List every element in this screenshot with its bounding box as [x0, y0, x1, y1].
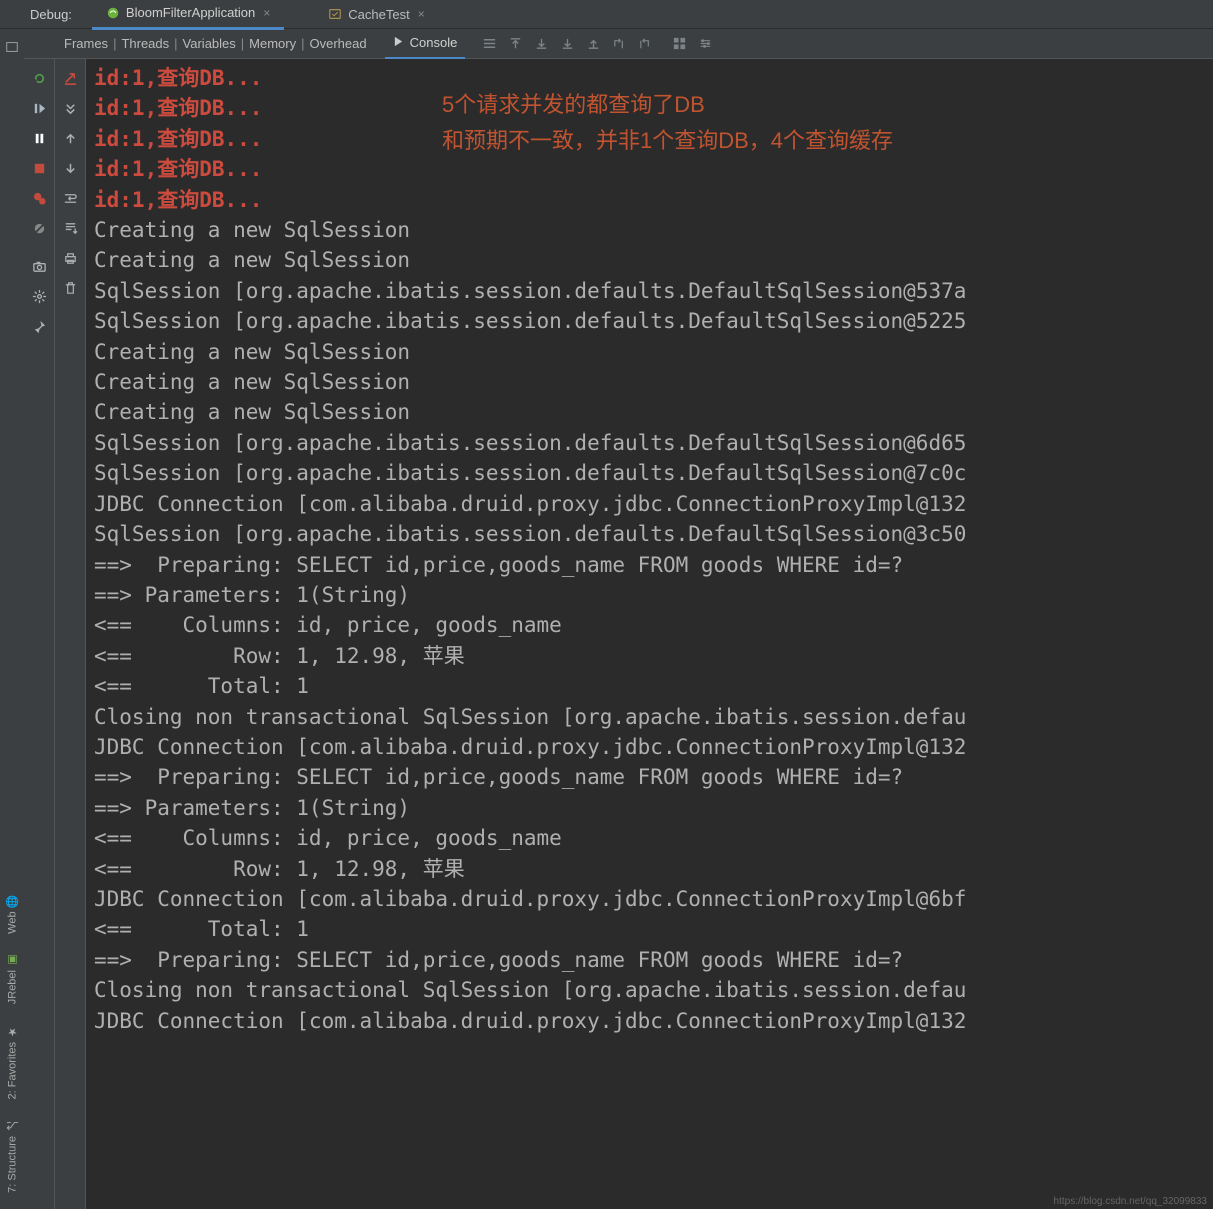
close-icon[interactable]: ×: [263, 6, 270, 20]
download2-icon[interactable]: [555, 33, 579, 55]
console-gutter: [55, 59, 86, 1209]
stepover-icon[interactable]: [607, 33, 631, 55]
debug-tab-label: BloomFilterApplication: [126, 5, 255, 20]
structure-icon: ⎇: [6, 1119, 19, 1132]
web-tool-tab[interactable]: Web 🌐: [6, 886, 19, 942]
run-toolbar: [24, 59, 55, 1209]
clear-all-icon[interactable]: [55, 63, 85, 93]
debug-tab-label: CacheTest: [348, 7, 409, 22]
watermark: https://blog.csdn.net/qq_32099833: [1054, 1196, 1207, 1207]
pin-button[interactable]: [24, 311, 54, 341]
debug-tab-bar: Debug: BloomFilterApplication × CacheTes…: [0, 0, 1213, 29]
jrebel-tool-tab[interactable]: JRebel ▣: [6, 945, 19, 1012]
export-up-icon[interactable]: [503, 33, 527, 55]
scroll-to-end-icon[interactable]: [55, 213, 85, 243]
debugger-tabs-row: Frames| Threads| Variables| Memory| Over…: [24, 29, 1213, 59]
star-icon: ★: [6, 1025, 19, 1038]
resume-button[interactable]: [24, 93, 54, 123]
stepout-icon[interactable]: [633, 33, 657, 55]
sliders-icon[interactable]: [693, 33, 717, 55]
globe-icon: 🌐: [6, 894, 19, 907]
camera-button[interactable]: [24, 251, 54, 281]
frames-tab[interactable]: Frames: [64, 36, 108, 51]
down-arrow-icon[interactable]: [55, 153, 85, 183]
close-icon[interactable]: ×: [418, 7, 425, 21]
project-icon[interactable]: [0, 35, 24, 59]
stop-button[interactable]: [24, 153, 54, 183]
threads-tab[interactable]: Threads: [121, 36, 169, 51]
debug-tab-cachetest[interactable]: CacheTest ×: [314, 0, 438, 28]
filter-icon[interactable]: [477, 33, 501, 55]
left-vertical-tabs: Web 🌐 JRebel ▣ 2: Favorites ★ 7: Structu…: [0, 641, 24, 1209]
annotation-1: 5个请求并发的都查询了DB: [442, 87, 705, 123]
console-tab-label: Console: [410, 35, 458, 50]
console-output[interactable]: id:1,查询DB... id:1,查询DB... id:1,查询DB... i…: [86, 59, 1213, 1209]
jrebel-icon: ▣: [6, 953, 19, 966]
breakpoints-button[interactable]: [24, 183, 54, 213]
grid-icon[interactable]: [667, 33, 691, 55]
trash-icon[interactable]: [55, 273, 85, 303]
structure-tool-tab[interactable]: 7: Structure ⎇: [6, 1111, 19, 1201]
download-icon[interactable]: [529, 33, 553, 55]
console-icon: [393, 35, 404, 50]
settings-button[interactable]: [24, 281, 54, 311]
memory-tab[interactable]: Memory: [249, 36, 296, 51]
overhead-tab[interactable]: Overhead: [310, 36, 367, 51]
scroll-down-icon[interactable]: [55, 93, 85, 123]
debug-tab-bloomfilter[interactable]: BloomFilterApplication ×: [92, 0, 284, 30]
annotation-2: 和预期不一致，并非1个查询DB，4个查询缓存: [442, 123, 893, 159]
spring-icon: [106, 6, 120, 20]
variables-tab[interactable]: Variables: [183, 36, 236, 51]
pause-button[interactable]: [24, 123, 54, 153]
debug-label: Debug:: [30, 7, 72, 22]
rerun-button[interactable]: [24, 63, 54, 93]
softwrap-icon[interactable]: [55, 183, 85, 213]
print-icon[interactable]: [55, 243, 85, 273]
test-icon: [328, 7, 342, 21]
console-toolbar: [477, 33, 717, 55]
up-arrow-icon[interactable]: [55, 123, 85, 153]
upload-icon[interactable]: [581, 33, 605, 55]
console-text: id:1,查询DB... id:1,查询DB... id:1,查询DB... i…: [86, 59, 1213, 1036]
console-tab[interactable]: Console: [385, 28, 466, 60]
mute-breakpoints-button[interactable]: [24, 213, 54, 243]
favorites-tool-tab[interactable]: 2: Favorites ★: [6, 1017, 19, 1107]
